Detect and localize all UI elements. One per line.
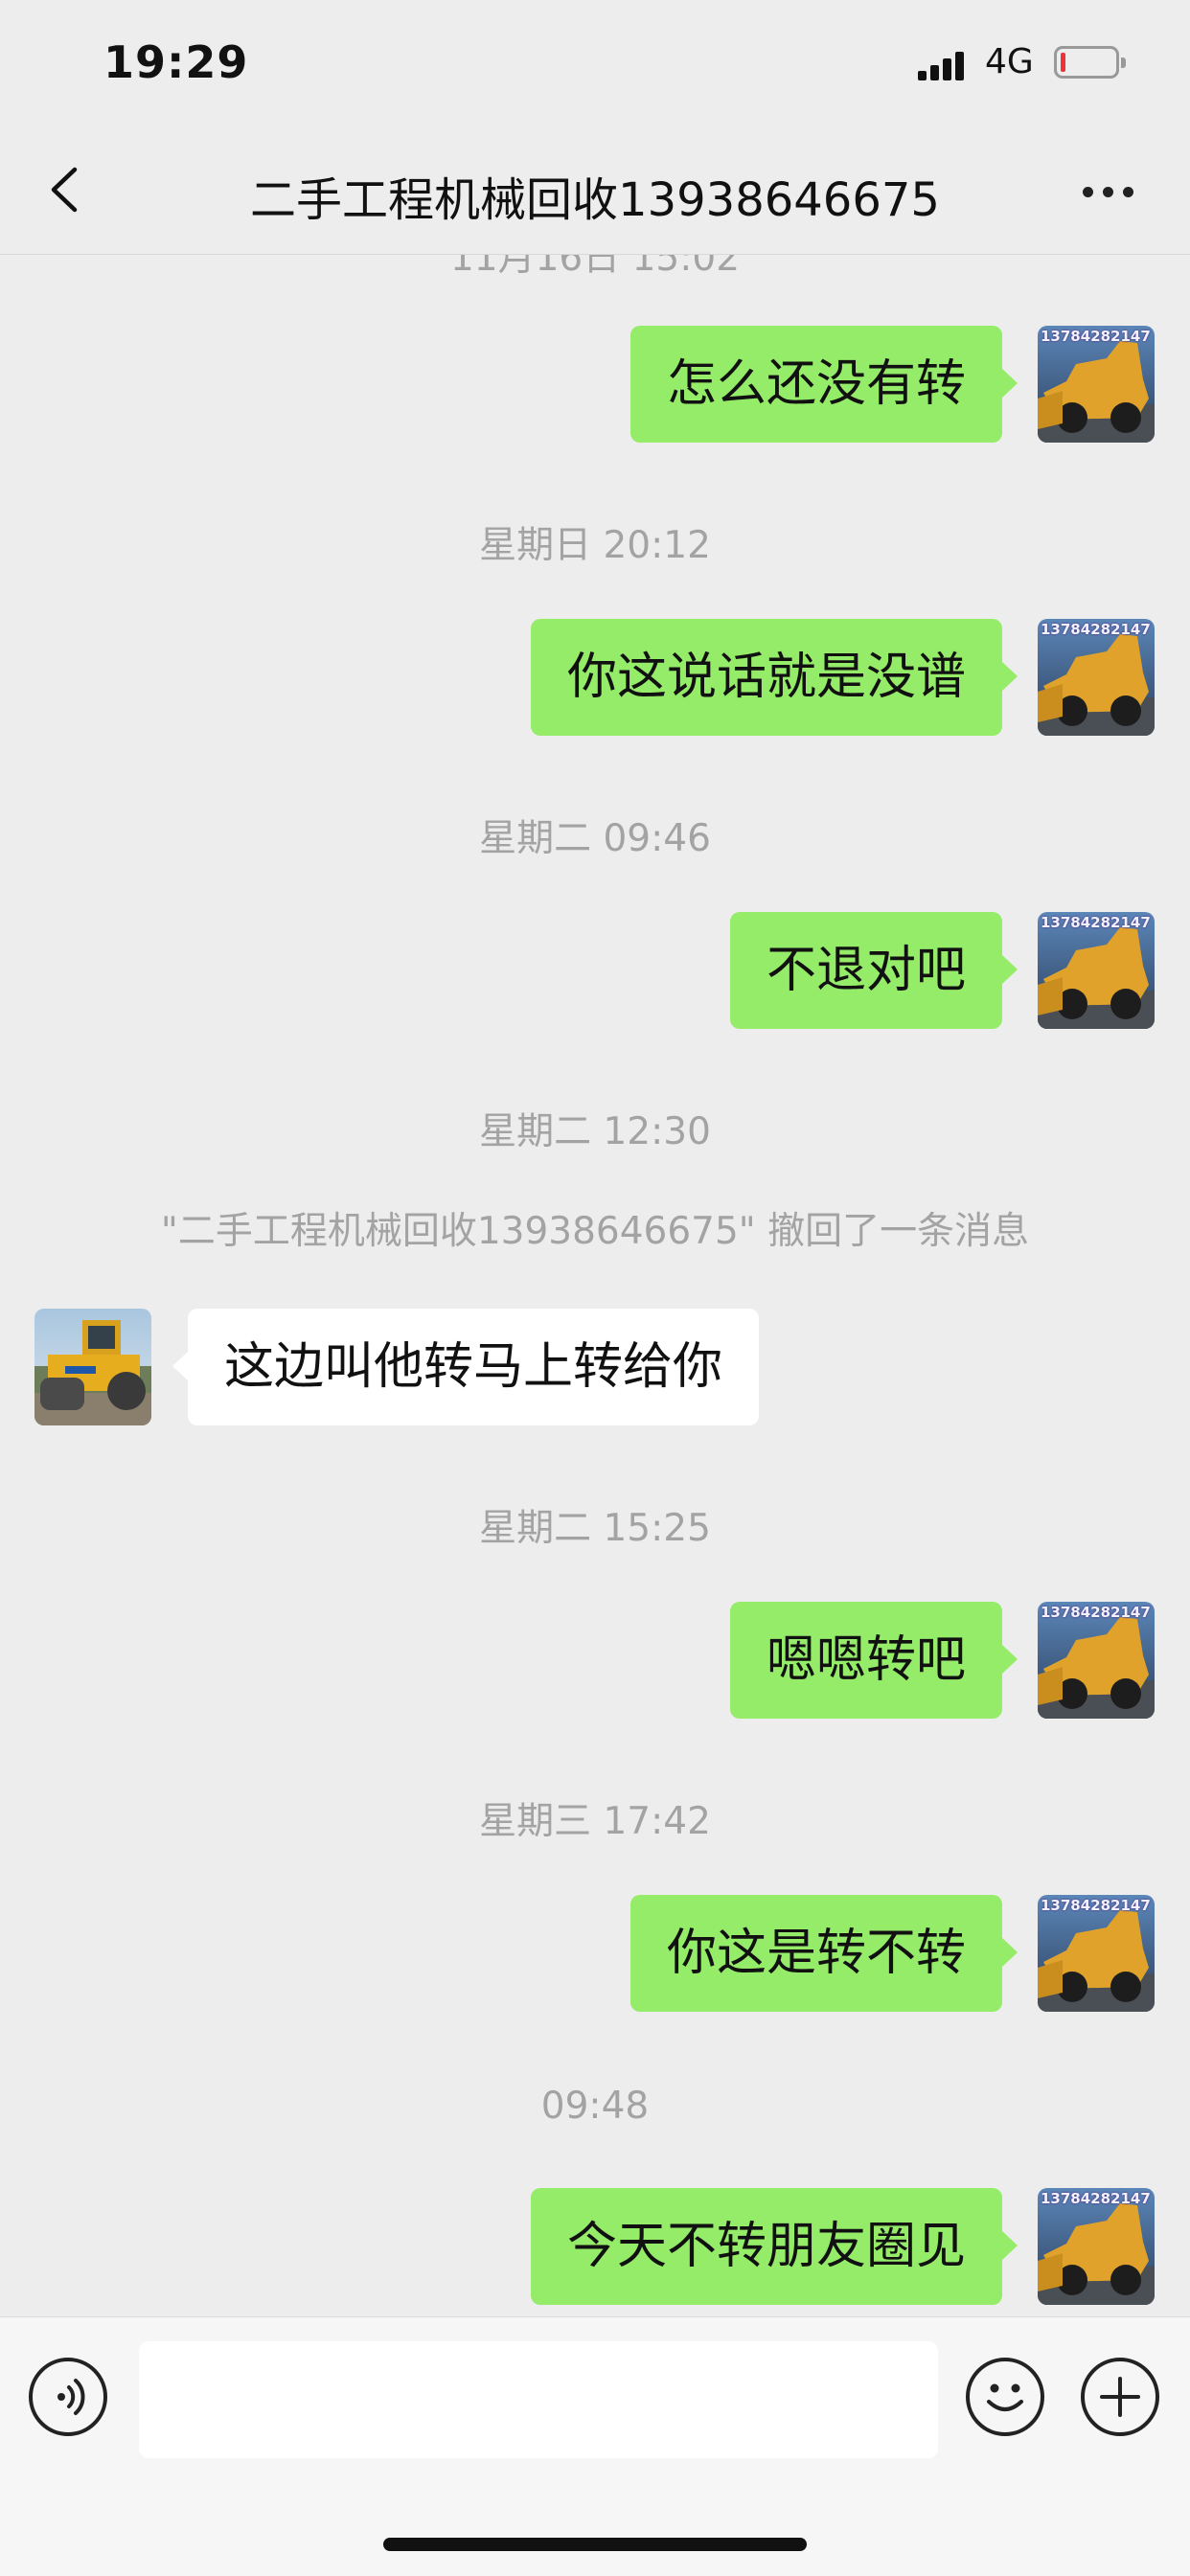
- my-avatar[interactable]: 13784282147: [1038, 1602, 1155, 1719]
- voice-icon[interactable]: [29, 2358, 107, 2436]
- message-bubble-outgoing[interactable]: 嗯嗯转吧: [729, 1602, 1018, 1719]
- message-bubble-outgoing[interactable]: 你这是转不转: [629, 1895, 1018, 2012]
- timestamp: 星期日 20:12: [479, 524, 711, 567]
- more-icon[interactable]: [1079, 183, 1136, 202]
- timestamp: 星期二 12:30: [479, 1110, 711, 1153]
- emoji-icon[interactable]: [966, 2358, 1044, 2436]
- my-avatar-text: 13784282147: [1041, 1897, 1151, 1914]
- recall-notice: "二手工程机械回收13938646675" 撤回了一条消息: [160, 1210, 1030, 1253]
- timestamp-partial: 11月16日 15:02: [449, 255, 741, 280]
- plus-icon[interactable]: [1081, 2358, 1159, 2436]
- message-bubble-outgoing[interactable]: 今天不转朋友圈见: [530, 2188, 1018, 2305]
- my-avatar[interactable]: 13784282147: [1038, 326, 1155, 443]
- chat-area[interactable]: 11月16日 15:02 怎么还没有转 13784282147 星期日 20:1…: [0, 255, 1190, 2314]
- timestamp: 星期二 09:46: [479, 817, 711, 860]
- my-avatar[interactable]: 13784282147: [1038, 1895, 1155, 2012]
- timestamp: 星期二 15:25: [479, 1507, 711, 1550]
- message-bubble-outgoing[interactable]: 怎么还没有转: [629, 326, 1018, 443]
- my-avatar[interactable]: 13784282147: [1038, 2188, 1155, 2305]
- my-avatar-text: 13784282147: [1041, 914, 1151, 931]
- signal-icon: [918, 50, 964, 80]
- home-indicator: [383, 2538, 807, 2551]
- status-time: 19:29: [103, 36, 249, 88]
- battery-icon: [1054, 46, 1126, 79]
- contact-avatar[interactable]: [34, 1309, 151, 1425]
- timestamp: 09:48: [540, 2085, 650, 2128]
- my-avatar-text: 13784282147: [1041, 2190, 1151, 2207]
- my-avatar[interactable]: 13784282147: [1038, 912, 1155, 1029]
- message-input[interactable]: [139, 2341, 938, 2458]
- nav-bar: 二手工程机械回收13938646675: [0, 129, 1190, 255]
- my-avatar-text: 13784282147: [1041, 328, 1151, 345]
- status-bar: 19:29 4G: [0, 0, 1190, 129]
- network-label: 4G: [985, 42, 1034, 81]
- message-bubble-outgoing[interactable]: 不退对吧: [729, 912, 1018, 1029]
- my-avatar[interactable]: 13784282147: [1038, 619, 1155, 736]
- chat-title: 二手工程机械回收13938646675: [250, 173, 940, 227]
- my-avatar-text: 13784282147: [1041, 621, 1151, 638]
- my-avatar-text: 13784282147: [1041, 1604, 1151, 1621]
- timestamp: 星期三 17:42: [479, 1800, 711, 1843]
- message-bubble-outgoing[interactable]: 你这说话就是没谱: [530, 619, 1018, 736]
- input-bar: [0, 2316, 1190, 2576]
- message-bubble-incoming[interactable]: 这边叫他转马上转给你: [172, 1309, 760, 1425]
